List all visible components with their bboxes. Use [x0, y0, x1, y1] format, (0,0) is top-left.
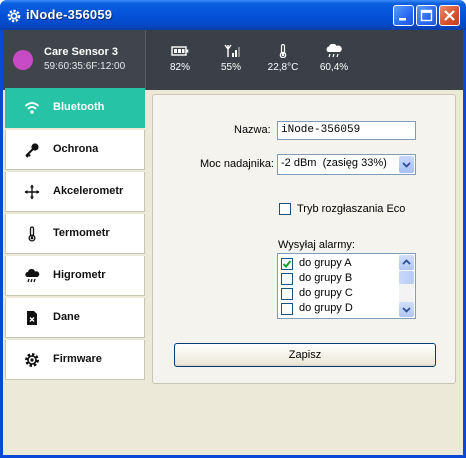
list-item[interactable]: do grupy D	[281, 302, 399, 317]
key-icon	[25, 143, 39, 158]
sidebar-item-label: Higrometr	[53, 269, 106, 281]
client-area: Care Sensor 3 59:60:35:6F:12:00 82% 55%	[3, 30, 463, 455]
device-mac: 59:60:35:6F:12:00	[44, 61, 126, 72]
cloud-rain-icon	[326, 44, 342, 58]
temperature-stat: 22,8°C	[258, 44, 308, 84]
select-dropdown-button[interactable]	[399, 156, 414, 173]
signal-stat: 55%	[206, 44, 256, 84]
name-input[interactable]: iNode-356059	[277, 121, 416, 140]
battery-icon	[171, 46, 189, 56]
scroll-up-button[interactable]	[399, 255, 414, 270]
temperature-value: 22,8°C	[267, 62, 299, 73]
name-label: Nazwa:	[234, 124, 271, 136]
chevron-up-icon	[402, 259, 411, 265]
minimize-icon	[399, 18, 406, 21]
move-arrows-icon	[24, 184, 40, 200]
list-item-label: do grupy B	[299, 272, 353, 284]
sidebar-item-label: Ochrona	[53, 143, 99, 155]
gear-icon	[7, 9, 21, 23]
close-button[interactable]	[439, 5, 460, 26]
maximize-icon	[420, 9, 433, 22]
sidebar-item-label: Akcelerometr	[53, 185, 124, 197]
thermometer-icon	[28, 226, 36, 242]
device-name: Care Sensor 3	[44, 46, 118, 58]
alarm-groups-list[interactable]: do grupy A do grupy B do grupy C do grup…	[277, 253, 416, 319]
list-item[interactable]: do grupy B	[281, 272, 399, 287]
sidebar-item-higrometr[interactable]: Higrometr	[5, 256, 145, 296]
sidebar-item-dane[interactable]: Dane	[5, 298, 145, 338]
sidebar-item-termometr[interactable]: Termometr	[5, 214, 145, 254]
wifi-icon	[24, 102, 40, 114]
maximize-button[interactable]	[416, 5, 437, 26]
alarms-label: Wysyłaj alarmy:	[278, 239, 355, 251]
app-window: iNode-356059 Care Sensor 3 59:60:35:6F:1…	[0, 0, 466, 458]
list-item[interactable]: do grupy C	[281, 287, 399, 302]
list-item-label: do grupy A	[299, 257, 352, 269]
eco-checkbox[interactable]	[279, 203, 291, 215]
title-bar[interactable]: iNode-356059	[0, 0, 466, 30]
list-item[interactable]: do grupy A	[281, 257, 399, 272]
avatar	[13, 50, 33, 70]
header-divider	[145, 30, 146, 90]
sidebar-item-akcelerometr[interactable]: Akcelerometr	[5, 172, 145, 212]
signal-icon	[224, 44, 240, 57]
humidity-stat: 60,4%	[309, 44, 359, 84]
power-select[interactable]: -2 dBm (zasięg 33%)	[277, 154, 416, 175]
bluetooth-settings-panel: Nazwa: iNode-356059 Moc nadajnika: -2 dB…	[152, 94, 456, 384]
sidebar-item-label: Termometr	[53, 227, 110, 239]
chevron-down-icon	[402, 307, 411, 313]
gear-icon	[25, 353, 39, 367]
list-item-label: do grupy C	[299, 287, 353, 299]
power-label: Moc nadajnika:	[200, 158, 274, 170]
power-select-value: -2 dBm (zasięg 33%)	[281, 157, 387, 169]
device-info: Care Sensor 3 59:60:35:6F:12:00	[3, 30, 145, 90]
sidebar-item-label: Firmware	[53, 353, 102, 365]
sidebar-item-label: Dane	[53, 311, 80, 323]
file-delete-icon	[27, 311, 37, 325]
close-icon	[444, 10, 455, 21]
sidebar-item-firmware[interactable]: Firmware	[5, 340, 145, 380]
window-title: iNode-356059	[26, 7, 113, 22]
check-icon	[282, 260, 292, 268]
battery-value: 82%	[169, 62, 190, 73]
list-item-label: do grupy D	[299, 302, 353, 314]
sidebar-item-ochrona[interactable]: Ochrona	[5, 130, 145, 170]
thermometer-icon	[279, 44, 287, 58]
alarm-group-b-checkbox[interactable]	[281, 273, 293, 285]
sidebar-item-label: Bluetooth	[53, 101, 105, 113]
minimize-button[interactable]	[393, 5, 414, 26]
alarm-group-c-checkbox[interactable]	[281, 288, 293, 300]
chevron-down-icon	[402, 162, 411, 168]
sidebar: Bluetooth Ochrona Akcelerometr Termometr…	[5, 88, 145, 384]
humidity-value: 60,4%	[319, 62, 349, 73]
alarm-group-a-checkbox[interactable]	[281, 258, 293, 270]
list-scrollbar[interactable]	[399, 255, 414, 317]
battery-stat: 82%	[155, 44, 205, 84]
save-button[interactable]: Zapisz	[174, 343, 436, 367]
sidebar-item-bluetooth[interactable]: Bluetooth	[5, 88, 145, 128]
scroll-down-button[interactable]	[399, 302, 414, 317]
alarm-group-d-checkbox[interactable]	[281, 303, 293, 315]
scrollbar-thumb[interactable]	[399, 271, 414, 284]
device-header: Care Sensor 3 59:60:35:6F:12:00 82% 55%	[3, 30, 463, 90]
eco-label: Tryb rozgłaszania Eco	[297, 203, 406, 215]
cloud-rain-icon	[25, 268, 40, 283]
signal-value: 55%	[220, 62, 241, 73]
